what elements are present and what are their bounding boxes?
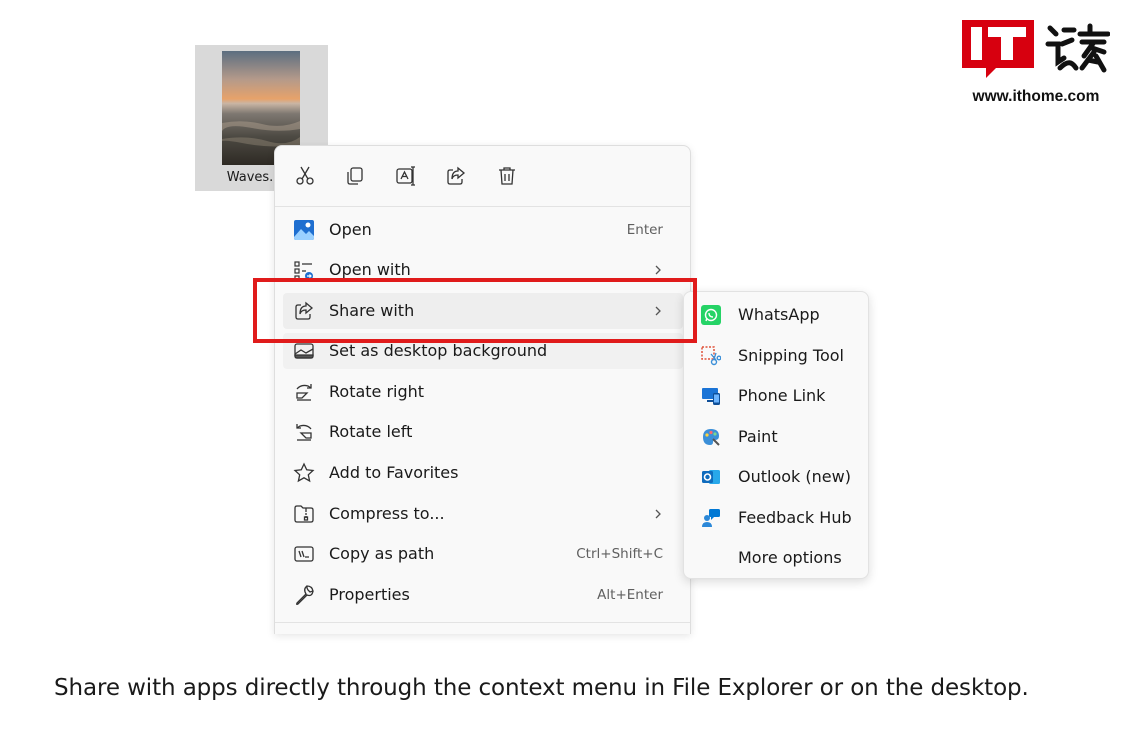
scissors-icon: [296, 166, 314, 185]
share-target-label: Paint: [738, 427, 778, 446]
share-with-submenu: WhatsApp Snipping Tool Phone Link Paint …: [683, 291, 869, 579]
wrench-icon: [293, 584, 315, 606]
share-target-label: Outlook (new): [738, 467, 851, 486]
share-target-label: WhatsApp: [738, 305, 820, 324]
photos-app-icon: [293, 219, 315, 241]
cut-button[interactable]: [291, 162, 319, 190]
menu-item-label: Compress to...: [329, 504, 445, 523]
share-target-feedback-hub[interactable]: Feedback Hub: [690, 499, 864, 535]
menu-item-label: Open with: [329, 260, 411, 279]
menu-item-shortcut: Alt+Enter: [597, 587, 663, 603]
trash-icon: [499, 167, 515, 185]
copy-button[interactable]: [341, 162, 369, 190]
share-target-phone-link[interactable]: Phone Link: [690, 377, 864, 413]
star-icon: [293, 462, 315, 484]
menu-item-label: Add to Favorites: [329, 463, 459, 482]
share-target-snipping-tool[interactable]: Snipping Tool: [690, 337, 864, 373]
menu-item-label: Rotate right: [329, 382, 425, 401]
menu-item-copy-as-path[interactable]: Copy as path Ctrl+Shift+C: [283, 536, 683, 572]
menu-item-label: Copy as path: [329, 544, 435, 563]
rotate-left-icon: [293, 421, 315, 443]
desktop-background-icon: [293, 340, 315, 362]
menu-item-shortcut: Enter: [626, 222, 663, 238]
snipping-tool-icon: [700, 345, 722, 367]
share-target-label: Snipping Tool: [738, 346, 844, 365]
menu-separator: [275, 206, 690, 207]
it-logo-mark: [962, 20, 1034, 78]
delete-button[interactable]: [493, 162, 521, 190]
menu-item-compress-to[interactable]: Compress to...: [283, 496, 683, 532]
menu-item-rotate-right[interactable]: Rotate right: [283, 374, 683, 410]
share-with-highlight-box: [253, 278, 697, 343]
share-icon: [447, 166, 466, 185]
quick-actions-bar: [275, 146, 690, 206]
zhijia-logo-glyphs: [1045, 23, 1110, 73]
context-menu: Open Enter Open with Share with Set as d…: [274, 145, 691, 634]
copy-icon: [347, 167, 363, 185]
share-target-label: Phone Link: [738, 386, 826, 405]
menu-item-open[interactable]: Open Enter: [283, 212, 683, 248]
phone-link-icon: [700, 385, 722, 407]
chevron-right-icon: [655, 509, 661, 519]
menu-separator: [275, 622, 690, 623]
share-target-label: Feedback Hub: [738, 508, 852, 527]
feedback-hub-icon: [700, 507, 722, 529]
menu-item-label: Set as desktop background: [329, 341, 548, 360]
menu-item-add-to-favorites[interactable]: Add to Favorites: [283, 455, 683, 491]
share-target-outlook[interactable]: Outlook (new): [690, 458, 864, 494]
whatsapp-icon: [700, 304, 722, 326]
paint-icon: [700, 426, 722, 448]
share-more-options[interactable]: More options: [690, 539, 864, 575]
copy-path-icon: [293, 543, 315, 565]
rename-icon: [396, 166, 415, 186]
rename-button[interactable]: [392, 162, 420, 190]
share-target-paint[interactable]: Paint: [690, 418, 864, 454]
menu-item-label: Open: [329, 220, 372, 239]
share-button[interactable]: [442, 162, 470, 190]
menu-item-shortcut: Ctrl+Shift+C: [576, 546, 663, 562]
chevron-right-icon: [655, 265, 661, 275]
image-caption: Share with apps directly through the con…: [54, 675, 1029, 701]
logo-url: www.ithome.com: [972, 88, 1100, 105]
menu-item-label: Rotate left: [329, 422, 413, 441]
outlook-icon: [700, 466, 722, 488]
ithome-logo: www.ithome.com: [958, 18, 1114, 110]
rotate-right-icon: [293, 381, 315, 403]
share-target-label: More options: [738, 548, 842, 567]
menu-item-rotate-left[interactable]: Rotate left: [283, 414, 683, 450]
menu-item-label: Properties: [329, 585, 410, 604]
zip-folder-icon: [293, 503, 315, 525]
menu-item-properties[interactable]: Properties Alt+Enter: [283, 577, 683, 613]
share-target-whatsapp[interactable]: WhatsApp: [690, 296, 864, 332]
